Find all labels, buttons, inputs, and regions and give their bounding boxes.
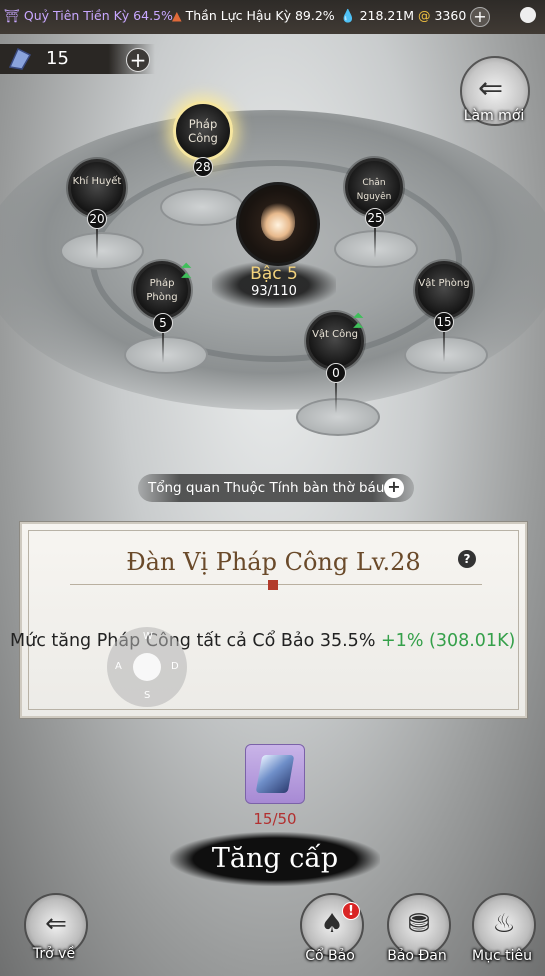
attribute-overview-button[interactable]: Tổng quan Thuộc Tính bàn thờ báu + (138, 474, 414, 502)
node-level-badge: 25 (365, 208, 385, 228)
cauldron-icon: ♨ (492, 909, 516, 939)
node-stem (374, 228, 376, 258)
top-status-bar: ⛩ Quỷ Tiên Tiền Kỳ 64.5% ▲ Thần Lực Hậu … (0, 0, 545, 34)
upgrade-button[interactable]: Tăng cấp (170, 832, 380, 886)
joystick-knob[interactable] (133, 653, 161, 681)
water-drop-icon: 💧 (340, 8, 356, 23)
node-level-badge: 0 (326, 363, 346, 383)
node-stem (96, 229, 98, 259)
ghost-realm-icon: ⛩ (4, 8, 20, 23)
effect-bonus: +1% (308.01K) (381, 631, 516, 651)
realm-status-1: ⛩ Quỷ Tiên Tiền Kỳ 64.5% (4, 8, 173, 23)
node-phap-cong[interactable]: Pháp Công (173, 101, 233, 161)
node-pad (404, 336, 488, 374)
upgrade-arrow-icon: ⏶ ⏶ (353, 309, 364, 334)
node-info-panel: Đàn Vị Pháp Công Lv.28 ? (20, 522, 527, 718)
rank-label: Bậc 5 (250, 264, 298, 284)
flame-icon (261, 201, 295, 241)
node-stem (162, 333, 164, 363)
refresh-arrow-icon: ⇐ (478, 71, 504, 106)
node-pad (60, 232, 144, 270)
node-stem (335, 383, 337, 413)
node-vat-phong[interactable]: Vật Phòng (415, 261, 473, 319)
clock-icon[interactable] (520, 7, 536, 23)
altar-core[interactable] (236, 182, 320, 266)
material-slot[interactable] (245, 744, 305, 804)
node-level-badge: 5 (153, 313, 173, 333)
mountain-realm-icon: ▲ (172, 8, 182, 23)
joystick-key-s: S (144, 690, 151, 701)
gold-swirl-icon: @ (418, 8, 431, 23)
back-label: Trở về (32, 946, 76, 962)
gold-add-button[interactable]: + (470, 7, 490, 27)
refresh-label: Làm mới (463, 108, 525, 124)
panel-title: Đàn Vị Pháp Công Lv.28 (126, 548, 421, 576)
joystick-key-a: A (115, 661, 122, 672)
pill-chest-icon: ⛃ (408, 909, 430, 939)
node-pad (296, 398, 380, 436)
material-count: 15/50 (253, 810, 297, 828)
crystal-currency-bar: 15 + (0, 44, 155, 74)
effect-description: Mức tăng Pháp Công tất cả Cổ Bảo 35.5% +… (10, 631, 516, 651)
crystal-material-icon (255, 755, 295, 793)
red-seal-icon (268, 580, 278, 590)
node-level-badge: 15 (434, 312, 454, 332)
co-bao-label: Cổ Bảo (305, 948, 355, 964)
bao-dan-label: Bảo Đan (387, 948, 447, 964)
help-icon[interactable]: ? (458, 550, 476, 568)
node-level-badge: 20 (87, 209, 107, 229)
rank-progress: 93/110 (251, 284, 297, 299)
muc-tieu-label: Mục tiêu (472, 948, 532, 964)
node-level-badge: 28 (193, 157, 213, 177)
rank-display: Bậc 5 93/110 (212, 262, 336, 308)
joystick-key-d: D (171, 661, 179, 672)
notification-badge: ! (342, 902, 360, 920)
joystick-key-w: W (143, 631, 153, 642)
gold-currency: @ 3360 (418, 8, 467, 23)
crystal-count: 15 (46, 48, 69, 69)
back-arrow-icon: ⇐ (45, 909, 67, 939)
node-pad (160, 188, 244, 226)
node-pad (124, 336, 208, 374)
upgrade-arrow-icon: ⏶ ⏶ (181, 259, 192, 284)
crystal-add-button[interactable]: + (126, 48, 150, 72)
realm-status-2: ▲ Thần Lực Hậu Kỳ 89.2% (172, 8, 335, 23)
node-stem (443, 332, 445, 362)
crystal-icon (8, 47, 32, 70)
water-currency: 💧 218.21M (340, 8, 415, 23)
node-pad (334, 230, 418, 268)
overview-plus-icon: + (384, 478, 404, 498)
virtual-joystick[interactable]: W A D S (107, 627, 187, 707)
